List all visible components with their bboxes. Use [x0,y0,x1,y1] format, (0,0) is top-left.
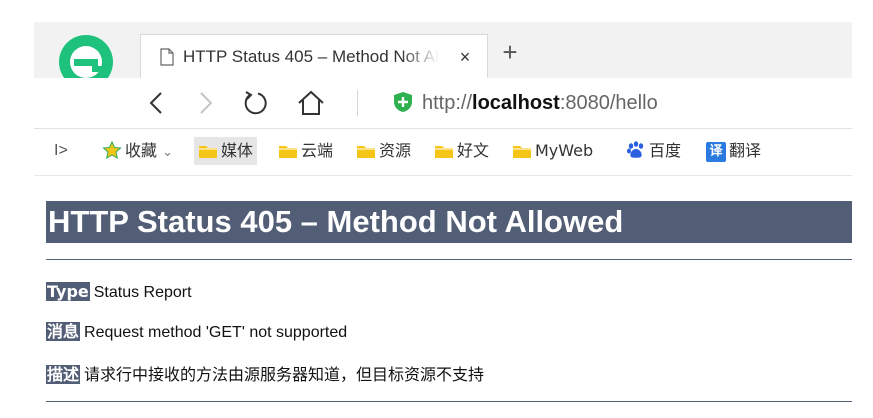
page-content: HTTP Status 405 – Method Not Allowed Typ… [34,175,852,418]
bookmark-label: 好文 [457,141,490,160]
row-key: 消息 [46,322,81,341]
tab-title: HTTP Status 405 – Method Not Allowed [183,47,439,66]
translate-icon: 译 [706,142,726,162]
row-value: Status Report [93,284,192,301]
bookmark-label: 云端 [301,141,334,160]
tab-active[interactable]: HTTP Status 405 – Method Not Allowed × [140,34,488,78]
tab-strip: HTTP Status 405 – Method Not Allowed × + [34,22,852,94]
bookmark-translate[interactable]: 译翻译 [706,137,761,165]
url-host: localhost [472,92,560,114]
bookmark-myweb[interactable]: MyWeb [512,137,593,165]
row-key: Type [46,282,90,301]
bookmark-favorites[interactable]: 收藏 ⌄ [102,137,173,165]
info-row-description: 描述 请求行中接收的方法由源服务器知道，但目标资源不支持 [46,364,484,386]
bookmark-label: 翻译 [729,141,762,160]
address-input[interactable]: http://localhost:8080/hello [422,90,658,116]
divider-bottom [46,401,852,402]
page-title: HTTP Status 405 – Method Not Allowed [46,201,852,243]
url-scheme: http:// [422,92,473,114]
new-tab-icon[interactable]: + [496,38,524,66]
bookmark-label: 百度 [649,141,682,160]
folder-icon [513,146,531,158]
bookmark-media[interactable]: 媒体 [194,137,258,165]
bookmark-baidu[interactable]: 百度 [626,137,681,165]
bookmark-label: 媒体 [221,141,254,160]
bookmark-articles[interactable]: 好文 [434,137,489,165]
bookmark-label: 收藏 [125,141,158,160]
row-key: 描述 [46,365,81,384]
refresh-icon[interactable] [240,90,270,116]
url-rest: :8080/hello [559,92,658,114]
back-icon[interactable] [142,90,172,116]
forward-icon[interactable] [190,90,220,116]
address-divider [357,90,358,116]
navigation-bar: http://localhost:8080/hello [34,78,852,129]
bookmark-cloud[interactable]: 云端 [278,137,333,165]
folder-icon [357,146,375,158]
bookmark-label: 资源 [379,141,412,160]
row-value: 请求行中接收的方法由源服务器知道，但目标资源不支持 [84,365,485,384]
sidebar-toggle-icon[interactable]: I> [54,141,70,161]
paw-icon [627,141,644,158]
chevron-down-icon: ⌄ [162,145,174,160]
secure-shield-icon [394,92,412,112]
divider-top [46,259,852,260]
document-icon [160,48,174,66]
row-value: Request method 'GET' not supported [84,324,348,341]
folder-icon [199,146,217,158]
star-icon [102,140,122,159]
bookmarks-bar: I> 收藏 ⌄ 媒体 云端 资源 好文 MyWeb 百度 译 翻译 [34,129,852,176]
home-icon[interactable] [296,90,326,116]
bookmark-resources[interactable]: 资源 [356,137,411,165]
info-row-message: 消息 Request method 'GET' not supported [46,321,347,343]
info-row-type: Type Status Report [46,281,192,303]
folder-icon [435,146,453,158]
tab-close-icon[interactable]: × [453,45,477,69]
folder-icon [279,146,297,158]
browser-window: HTTP Status 405 – Method Not Allowed × +… [34,22,852,418]
bookmark-label: MyWeb [535,141,594,160]
